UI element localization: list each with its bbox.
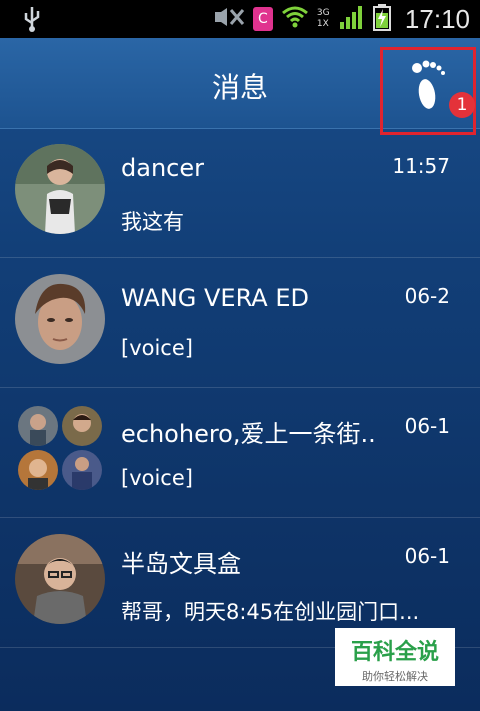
contact-name: dancer: [121, 154, 204, 182]
wifi-icon: [281, 5, 309, 33]
conversation-row[interactable]: echohero,爱上一条街.. 06-1 [voice]: [0, 388, 480, 518]
avatar: [15, 534, 105, 624]
signal-icon: [339, 4, 365, 34]
status-bar: C 3G 1X 17:10: [0, 0, 480, 38]
battery-charging-icon: [372, 3, 391, 35]
message-preview: [voice]: [121, 466, 193, 490]
contact-name: echohero,爱上一条街..: [121, 420, 376, 448]
conversation-row[interactable]: dancer 11:57 我这有: [0, 128, 480, 258]
message-time: 11:57: [392, 154, 450, 178]
network-type-label: 3G 1X: [316, 8, 330, 29]
message-preview: 我这有: [121, 210, 184, 234]
conversation-row[interactable]: WANG VERA ED 06-2 [voice]: [0, 258, 480, 388]
notification-c-icon: C: [252, 7, 273, 31]
contact-name: 半岛文具盒: [121, 550, 241, 578]
message-preview: [voice]: [121, 336, 193, 360]
message-time: 06-1: [404, 414, 450, 438]
group-member-avatar: [18, 450, 58, 490]
message-time: 06-1: [404, 544, 450, 568]
group-member-avatar: [18, 406, 58, 446]
footprint-button[interactable]: 1: [380, 47, 476, 135]
message-preview: 帮哥，明天8:45在创业园门口...: [121, 600, 420, 624]
watermark-logo: 百科全说 助你轻松解决: [335, 628, 455, 686]
contact-name: WANG VERA ED: [121, 284, 309, 312]
watermark-subtitle: 助你轻松解决: [362, 670, 428, 683]
group-member-avatar: [62, 450, 102, 490]
group-avatar: [18, 406, 104, 492]
avatar: [15, 274, 105, 364]
status-time: 17:10: [404, 3, 470, 34]
avatar: [15, 144, 105, 234]
usb-icon: [22, 5, 42, 39]
app-header: 消息 1: [0, 38, 480, 135]
message-time: 06-2: [404, 284, 450, 308]
unread-badge: 1: [449, 92, 475, 118]
group-member-avatar: [62, 406, 102, 446]
watermark-title: 百科全说: [350, 640, 439, 665]
mute-icon: [211, 6, 245, 32]
footprint-icon: [412, 60, 445, 109]
conversation-list: dancer 11:57 我这有 WANG VERA ED 06-2 [voic…: [0, 128, 480, 648]
